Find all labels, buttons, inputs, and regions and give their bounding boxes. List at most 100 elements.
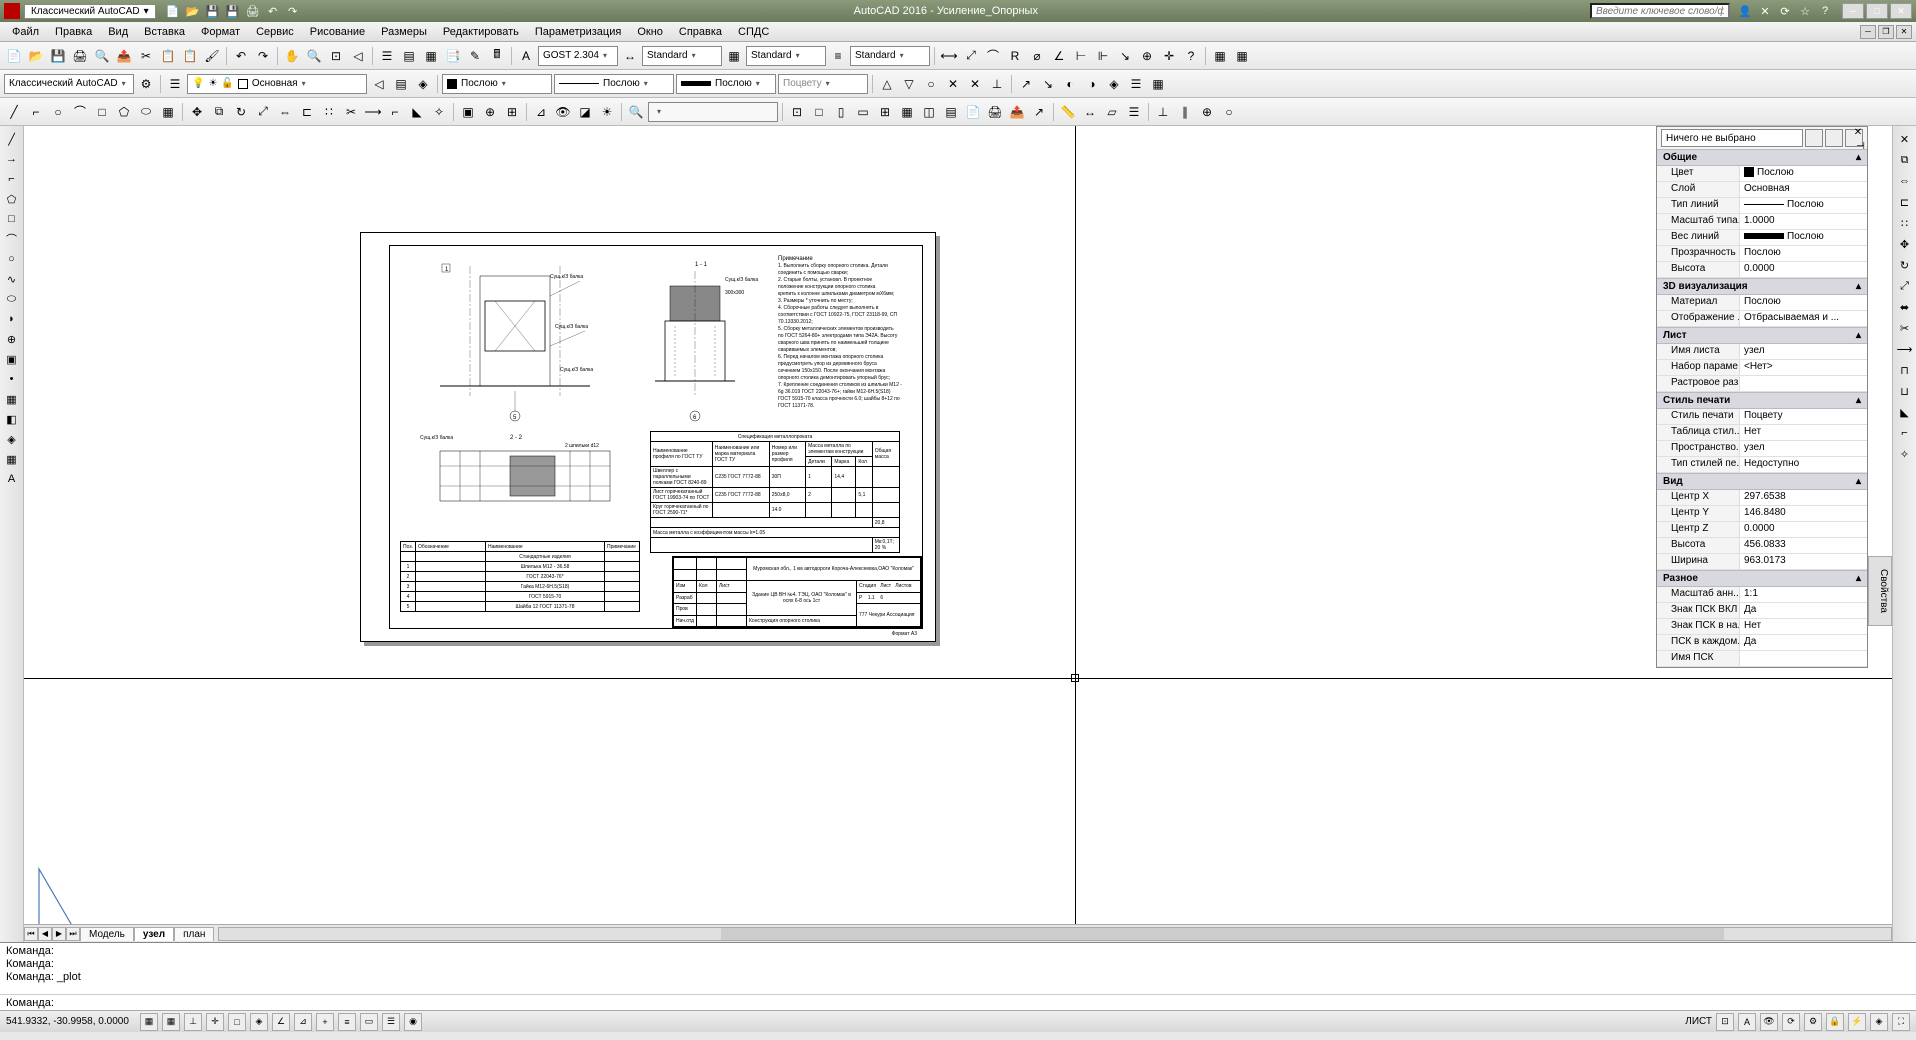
properties-icon[interactable]: ☰: [377, 46, 397, 66]
arc-icon[interactable]: ⌒: [70, 102, 90, 122]
vpmax-icon[interactable]: ⊡: [787, 102, 807, 122]
page-icon[interactable]: 📄: [963, 102, 983, 122]
props-value[interactable]: Нет: [1739, 425, 1867, 440]
dim-radius-icon[interactable]: R: [1005, 46, 1025, 66]
props-row[interactable]: Вес линийПослою: [1657, 230, 1867, 246]
view-icon[interactable]: 👁: [553, 102, 573, 122]
layer-dropdown[interactable]: 💡 ☀ 🔓 Основная▾: [187, 74, 367, 94]
workspace-selector[interactable]: Классический AutoCAD▾: [4, 74, 134, 94]
polar-toggle[interactable]: ✛: [206, 1013, 224, 1031]
menu-format[interactable]: Формат: [193, 24, 248, 40]
dimstyle-icon[interactable]: ↔: [620, 46, 640, 66]
mirror-icon[interactable]: ⇔: [275, 102, 295, 122]
saveas-icon[interactable]: 💾: [224, 2, 242, 20]
open-icon[interactable]: 📂: [184, 2, 202, 20]
dist-icon[interactable]: ↔: [1080, 102, 1100, 122]
render-icon[interactable]: ☀: [597, 102, 617, 122]
parametric-4-icon[interactable]: ○: [1219, 102, 1239, 122]
doc-minimize-button[interactable]: ─: [1860, 25, 1876, 39]
zoom-ext-icon[interactable]: 🔍: [626, 102, 646, 122]
insert-icon[interactable]: ⊕: [3, 330, 21, 348]
osnap-toggle[interactable]: □: [228, 1013, 246, 1031]
publish-icon[interactable]: 📤: [114, 46, 134, 66]
xref-icon[interactable]: ⊞: [502, 102, 522, 122]
workspace-dropdown[interactable]: Классический AutoCAD ▾: [24, 4, 156, 19]
ellipse-icon[interactable]: ⬭: [3, 290, 21, 308]
lineweight-dropdown[interactable]: Послою▾: [676, 74, 776, 94]
menu-file[interactable]: Файл: [4, 24, 47, 40]
osnap-node-icon[interactable]: ✕: [943, 74, 963, 94]
textstyle-icon[interactable]: A: [516, 46, 536, 66]
extend-icon[interactable]: ⟶: [1896, 340, 1914, 358]
props-section-header[interactable]: Разное▴: [1657, 570, 1867, 587]
osnap-int-icon[interactable]: ✕: [965, 74, 985, 94]
properties-side-tab[interactable]: Свойства: [1868, 556, 1892, 626]
favorite-icon[interactable]: ☆: [1796, 2, 1814, 20]
fillet-icon[interactable]: ⌐: [385, 102, 405, 122]
explode-icon[interactable]: ✧: [1896, 445, 1914, 463]
osnap-cen-icon[interactable]: ○: [921, 74, 941, 94]
new-icon[interactable]: 📄: [164, 2, 182, 20]
preview-icon[interactable]: 🔍: [92, 46, 112, 66]
stretch-icon[interactable]: ⬌: [1896, 298, 1914, 316]
props-row[interactable]: Масштаб анн...1:1: [1657, 587, 1867, 603]
linetype-dropdown[interactable]: Послою▾: [554, 74, 674, 94]
props-row[interactable]: Знак ПСК ВКЛДа: [1657, 603, 1867, 619]
snap-toggle[interactable]: ▦: [140, 1013, 158, 1031]
paste-icon[interactable]: 📋: [180, 46, 200, 66]
point-icon[interactable]: •: [3, 370, 21, 388]
props-row[interactable]: Отображение ...Отбрасываемая и ...: [1657, 311, 1867, 327]
help-search-input[interactable]: [1590, 3, 1730, 19]
props-value[interactable]: Нет: [1739, 619, 1867, 634]
props-value[interactable]: [1739, 376, 1867, 391]
move-icon[interactable]: ✥: [187, 102, 207, 122]
ws-settings-icon[interactable]: ⚙: [136, 74, 156, 94]
arc-icon[interactable]: ⌒: [3, 230, 21, 248]
circle-icon[interactable]: ○: [3, 250, 21, 268]
gradient-icon[interactable]: ◧: [3, 410, 21, 428]
annoscale-icon[interactable]: A: [1738, 1013, 1756, 1031]
props-value[interactable]: <Нет>: [1739, 360, 1867, 375]
toolpalettes-icon[interactable]: ▦: [421, 46, 441, 66]
chamfer-icon[interactable]: ◣: [1896, 403, 1914, 421]
mlstyle-icon[interactable]: ≡: [828, 46, 848, 66]
props-value[interactable]: узел: [1739, 344, 1867, 359]
cut-icon[interactable]: ✂: [136, 46, 156, 66]
match-icon[interactable]: 🖌: [202, 46, 222, 66]
polygon-icon[interactable]: ⬠: [114, 102, 134, 122]
table-style-dropdown[interactable]: Standard▾: [746, 46, 826, 66]
menu-window[interactable]: Окно: [629, 24, 671, 40]
menu-dimension[interactable]: Размеры: [373, 24, 435, 40]
color-dropdown[interactable]: Послою▾: [442, 74, 552, 94]
block-icon[interactable]: ▣: [458, 102, 478, 122]
props-value[interactable]: 1:1: [1739, 587, 1867, 602]
rotate-icon[interactable]: ↻: [231, 102, 251, 122]
hatch-icon[interactable]: ▦: [158, 102, 178, 122]
hatch-icon[interactable]: ▦: [3, 390, 21, 408]
model-paper-toggle[interactable]: ЛИСТ: [1685, 1016, 1712, 1027]
doc-restore-button[interactable]: ❐: [1878, 25, 1894, 39]
layer-prev-icon[interactable]: ◁: [369, 74, 389, 94]
menu-modify[interactable]: Редактировать: [435, 24, 527, 40]
palette-close-icon[interactable]: ✕: [1851, 126, 1865, 139]
zoom-icon[interactable]: 🔍: [304, 46, 324, 66]
explode-icon[interactable]: ✧: [429, 102, 449, 122]
spds-2-icon[interactable]: ▦: [1232, 46, 1252, 66]
ws-switch-icon[interactable]: ⚙: [1804, 1013, 1822, 1031]
pline-icon[interactable]: ⌐: [3, 170, 21, 188]
props-value[interactable]: [1739, 651, 1867, 666]
annovisibility-icon[interactable]: 👁: [1760, 1013, 1778, 1031]
join-icon[interactable]: ⊔: [1896, 382, 1914, 400]
dim-angular-icon[interactable]: ∠: [1049, 46, 1069, 66]
props-row[interactable]: ПСК в каждом...Да: [1657, 635, 1867, 651]
export-icon[interactable]: ↗: [1029, 102, 1049, 122]
dim-aligned-icon[interactable]: ⤢: [961, 46, 981, 66]
layer-props-icon[interactable]: ☰: [165, 74, 185, 94]
calc-icon[interactable]: 🖩: [487, 46, 507, 66]
tab-first-icon[interactable]: ⏮: [24, 927, 38, 941]
grid-toggle[interactable]: ▦: [162, 1013, 180, 1031]
props-row[interactable]: Масштаб типа...1.0000: [1657, 214, 1867, 230]
props-value[interactable]: Послою: [1739, 166, 1867, 181]
sheet-set-icon[interactable]: 📑: [443, 46, 463, 66]
props-row[interactable]: Центр Y146.8480: [1657, 506, 1867, 522]
